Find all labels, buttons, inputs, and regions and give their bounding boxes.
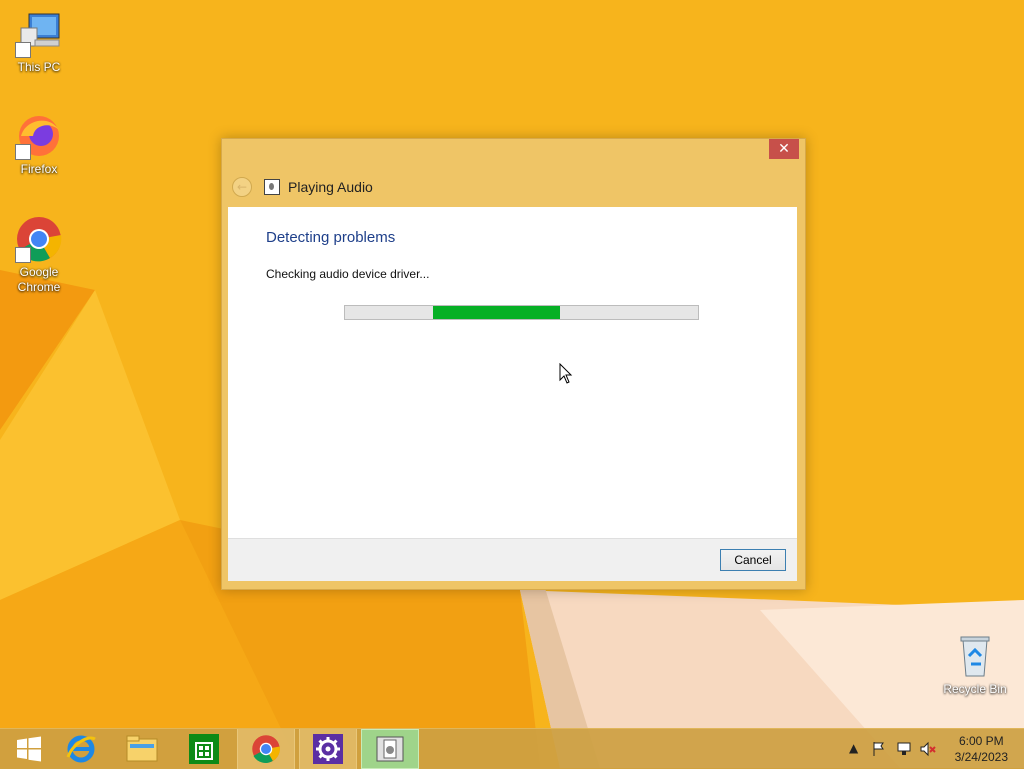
taskbar-chrome[interactable] bbox=[237, 729, 295, 769]
chrome-icon bbox=[15, 215, 63, 263]
progress-bar bbox=[344, 305, 699, 320]
page-heading: Detecting problems bbox=[266, 229, 396, 246]
shortcut-arrow-icon bbox=[15, 247, 31, 263]
status-text: Checking audio device driver... bbox=[266, 267, 430, 281]
windows-logo-icon bbox=[17, 736, 41, 762]
desktop-icon-google-chrome[interactable]: Google Chrome bbox=[1, 215, 77, 295]
cancel-button[interactable]: Cancel bbox=[720, 549, 786, 571]
taskbar-clock[interactable]: 6:00 PM 3/24/2023 bbox=[955, 733, 1008, 765]
desktop-icon-firefox[interactable]: Firefox bbox=[1, 112, 77, 177]
speaker-icon bbox=[264, 179, 280, 195]
volume-muted-icon[interactable] bbox=[920, 741, 936, 760]
desktop-icon-label: This PC bbox=[17, 60, 61, 74]
taskbar-file-explorer[interactable] bbox=[113, 729, 171, 769]
desktop-icon-recycle-bin[interactable]: Recycle Bin bbox=[937, 632, 1013, 697]
firefox-icon bbox=[15, 112, 63, 160]
shortcut-arrow-icon bbox=[15, 42, 31, 58]
clock-date: 3/24/2023 bbox=[954, 750, 1008, 764]
action-center-flag-icon[interactable] bbox=[872, 741, 886, 760]
chrome-icon bbox=[252, 735, 280, 763]
taskbar-store[interactable] bbox=[175, 729, 233, 769]
taskbar: ▲ 6:00 PM 3/24/2023 bbox=[0, 728, 1024, 769]
troubleshooter-dialog: ✕ ← Playing Audio Detecting problems Che… bbox=[221, 138, 806, 590]
progress-fill bbox=[433, 306, 560, 319]
dialog-header: ← Playing Audio bbox=[232, 177, 373, 197]
taskbar-control-panel[interactable] bbox=[299, 729, 357, 769]
show-hidden-icons-icon[interactable]: ▲ bbox=[849, 741, 858, 755]
recycle-bin-icon bbox=[951, 632, 999, 680]
dialog-title: Playing Audio bbox=[288, 179, 373, 195]
folder-icon bbox=[126, 735, 158, 762]
store-icon bbox=[189, 734, 219, 764]
network-icon[interactable] bbox=[896, 741, 912, 760]
internet-explorer-icon bbox=[66, 735, 96, 763]
dialog-body: Detecting problems Checking audio device… bbox=[228, 207, 797, 581]
start-button[interactable] bbox=[0, 729, 58, 769]
desktop-icon-label: Firefox bbox=[20, 162, 58, 176]
back-arrow-icon[interactable]: ← bbox=[232, 177, 252, 197]
mouse-cursor-icon bbox=[559, 362, 573, 388]
computer-icon bbox=[15, 10, 63, 58]
desktop-icon-label: Google Chrome bbox=[17, 265, 61, 294]
dialog-footer: Cancel bbox=[228, 538, 797, 581]
gear-icon bbox=[313, 734, 343, 764]
clock-time: 6:00 PM bbox=[958, 734, 1004, 748]
system-tray: ▲ 6:00 PM 3/24/2023 bbox=[824, 729, 1024, 769]
taskbar-internet-explorer[interactable] bbox=[52, 729, 110, 769]
shortcut-arrow-icon bbox=[15, 144, 31, 160]
close-button[interactable]: ✕ bbox=[769, 139, 799, 159]
speaker-icon bbox=[376, 736, 404, 762]
desktop-icon-label: Recycle Bin bbox=[943, 682, 1007, 696]
taskbar-troubleshooter[interactable] bbox=[361, 729, 419, 769]
desktop-icon-this-pc[interactable]: This PC bbox=[1, 10, 77, 75]
